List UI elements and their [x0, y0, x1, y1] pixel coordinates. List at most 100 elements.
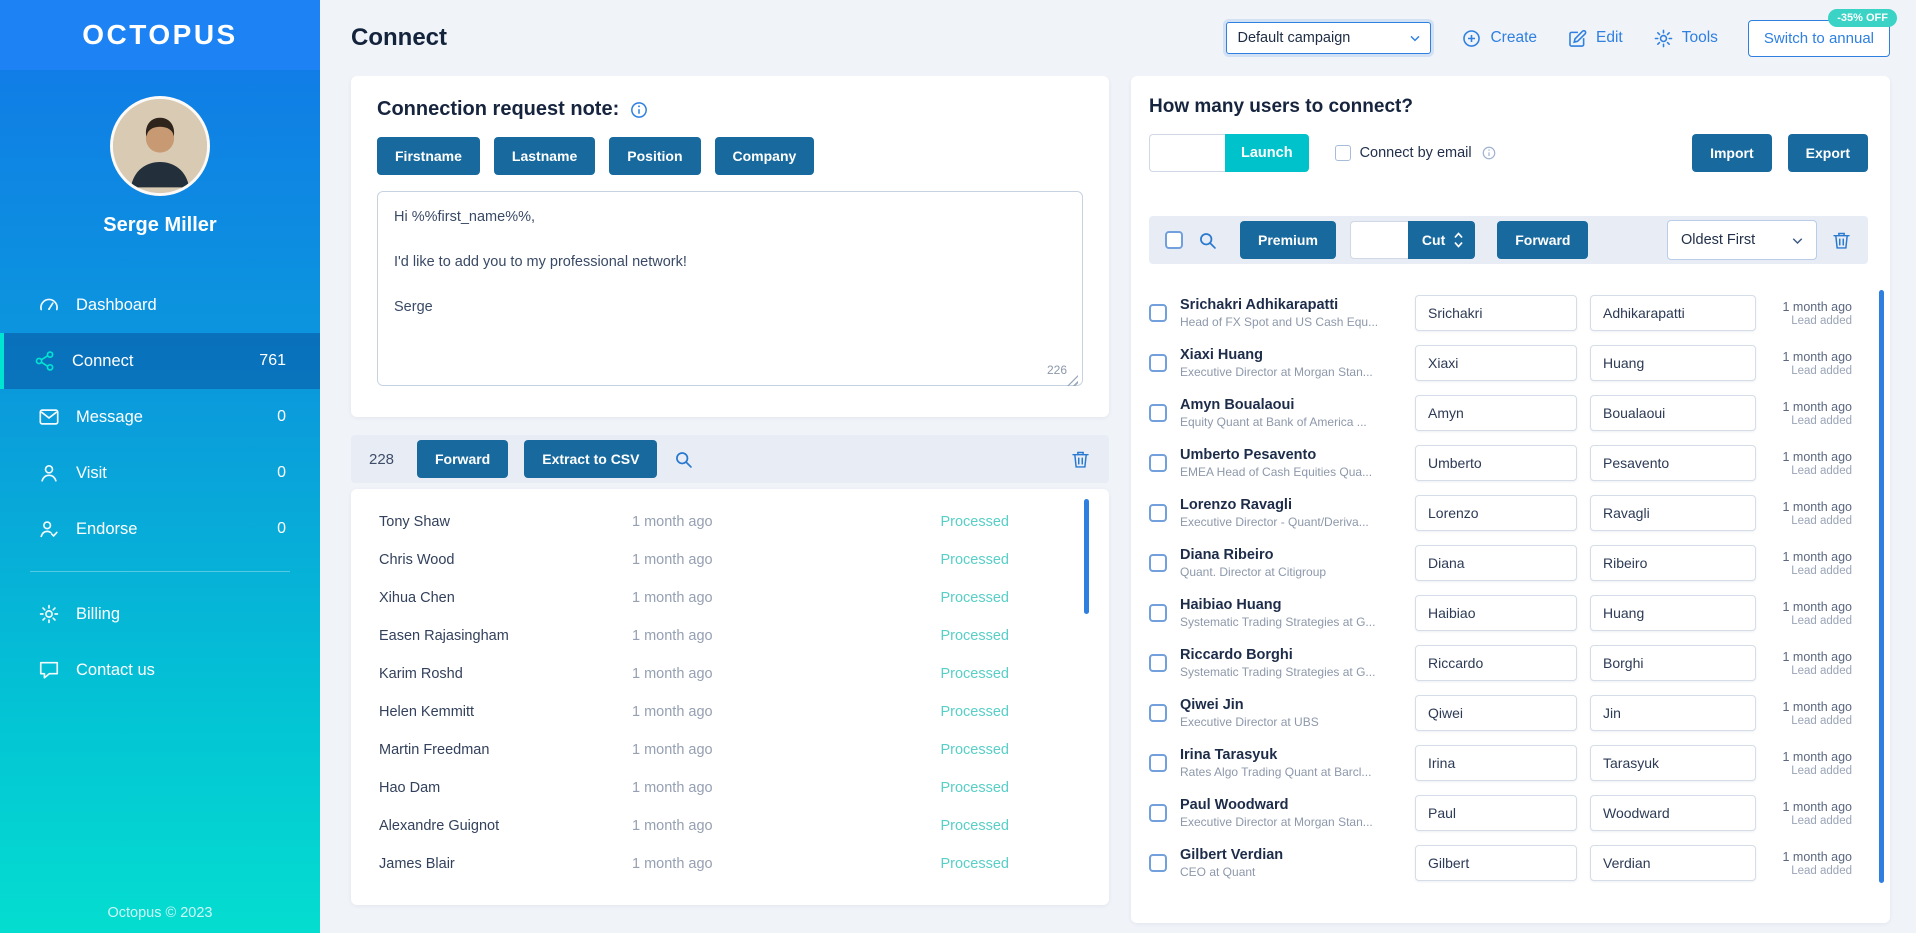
- row-checkbox[interactable]: [1149, 804, 1167, 822]
- table-row[interactable]: Tony Shaw 1 month ago Processed: [351, 503, 1109, 541]
- row-checkbox[interactable]: [1149, 654, 1167, 672]
- first-name-input[interactable]: [1415, 645, 1577, 681]
- logo[interactable]: OCTOPUS: [0, 0, 320, 70]
- first-name-input[interactable]: [1415, 545, 1577, 581]
- sidebar-item-contact-us[interactable]: Contact us: [0, 642, 320, 698]
- first-name-input[interactable]: [1415, 795, 1577, 831]
- last-name-input[interactable]: [1590, 745, 1756, 781]
- scrollbar[interactable]: [1879, 290, 1884, 883]
- search-icon[interactable]: [673, 449, 694, 470]
- forward-button[interactable]: Forward: [417, 440, 509, 478]
- launch-button[interactable]: Launch: [1225, 134, 1309, 172]
- sidebar-item-dashboard[interactable]: Dashboard: [0, 277, 320, 333]
- avatar[interactable]: [110, 96, 210, 196]
- table-row[interactable]: Alexandre Guignot 1 month ago Processed: [351, 807, 1109, 845]
- row-checkbox[interactable]: [1149, 354, 1167, 372]
- first-name-input[interactable]: [1415, 845, 1577, 881]
- first-name-input[interactable]: [1415, 295, 1577, 331]
- last-name-input[interactable]: [1590, 845, 1756, 881]
- note-textarea[interactable]: [377, 191, 1083, 386]
- sidebar-item-message[interactable]: Message 0: [0, 389, 320, 445]
- trash-icon[interactable]: [1831, 230, 1852, 251]
- edit-button[interactable]: Edit: [1567, 28, 1623, 49]
- user-info[interactable]: Haibiao Huang Systematic Trading Strateg…: [1180, 597, 1402, 629]
- extract-to-csv-button[interactable]: Extract to CSV: [524, 440, 658, 478]
- table-row[interactable]: Chris Wood 1 month ago Processed: [351, 541, 1109, 579]
- last-name-input[interactable]: [1590, 695, 1756, 731]
- import-button[interactable]: Import: [1692, 134, 1772, 172]
- users-count-input[interactable]: [1149, 134, 1225, 172]
- campaign-select[interactable]: Default campaign: [1226, 22, 1432, 54]
- last-name-input[interactable]: [1590, 445, 1756, 481]
- row-checkbox[interactable]: [1149, 554, 1167, 572]
- last-name-input[interactable]: [1590, 495, 1756, 531]
- last-name-input[interactable]: [1590, 345, 1756, 381]
- last-name-input[interactable]: [1590, 295, 1756, 331]
- sidebar-item-endorse[interactable]: Endorse 0: [0, 501, 320, 557]
- first-name-input[interactable]: [1415, 695, 1577, 731]
- sort-select[interactable]: Oldest First: [1667, 220, 1817, 260]
- row-checkbox[interactable]: [1149, 504, 1167, 522]
- last-name-input[interactable]: [1590, 595, 1756, 631]
- first-name-input[interactable]: [1415, 595, 1577, 631]
- insert-variable-button[interactable]: Position: [609, 137, 701, 175]
- first-name-input[interactable]: [1415, 445, 1577, 481]
- trash-icon[interactable]: [1070, 449, 1091, 470]
- user-info[interactable]: Srichakri Adhikarapatti Head of FX Spot …: [1180, 297, 1402, 329]
- row-checkbox[interactable]: [1149, 304, 1167, 322]
- row-checkbox[interactable]: [1149, 854, 1167, 872]
- last-name-input[interactable]: [1590, 545, 1756, 581]
- info-icon[interactable]: [629, 100, 649, 120]
- table-row[interactable]: Xihua Chen 1 month ago Processed: [351, 579, 1109, 617]
- user-info[interactable]: Riccardo Borghi Systematic Trading Strat…: [1180, 647, 1402, 679]
- cut-count-input[interactable]: [1349, 221, 1408, 259]
- first-name-input[interactable]: [1415, 345, 1577, 381]
- table-row[interactable]: Hao Dam 1 month ago Processed: [351, 769, 1109, 807]
- tools-button[interactable]: Tools: [1653, 28, 1718, 49]
- user-info[interactable]: Irina Tarasyuk Rates Algo Trading Quant …: [1180, 747, 1402, 779]
- first-name-input[interactable]: [1415, 395, 1577, 431]
- last-name-input[interactable]: [1590, 395, 1756, 431]
- table-row[interactable]: Helen Kemmitt 1 month ago Processed: [351, 693, 1109, 731]
- export-button[interactable]: Export: [1787, 134, 1868, 172]
- select-all-checkbox[interactable]: [1165, 231, 1183, 249]
- connect-by-email-option[interactable]: Connect by email: [1334, 145, 1497, 161]
- search-icon[interactable]: [1197, 230, 1218, 251]
- user-info[interactable]: Amyn Boualaoui Equity Quant at Bank of A…: [1180, 397, 1402, 429]
- sidebar-item-billing[interactable]: Billing: [0, 586, 320, 642]
- last-name-input[interactable]: [1590, 795, 1756, 831]
- row-checkbox[interactable]: [1149, 604, 1167, 622]
- connect-by-email-checkbox[interactable]: [1334, 145, 1351, 161]
- user-info[interactable]: Umberto Pesavento EMEA Head of Cash Equi…: [1180, 447, 1402, 479]
- stepper-arrows-icon[interactable]: [1452, 230, 1465, 250]
- sidebar-item-connect[interactable]: Connect 761: [0, 333, 320, 389]
- premium-button[interactable]: Premium: [1240, 221, 1336, 259]
- row-checkbox[interactable]: [1149, 454, 1167, 472]
- user-info[interactable]: Paul Woodward Executive Director at Morg…: [1180, 797, 1402, 829]
- info-icon[interactable]: [1481, 145, 1497, 161]
- table-row[interactable]: Karim Roshd 1 month ago Processed: [351, 655, 1109, 693]
- insert-variable-button[interactable]: Company: [714, 137, 815, 175]
- scrollbar[interactable]: [1084, 499, 1089, 614]
- table-row[interactable]: Easen Rajasingham 1 month ago Processed: [351, 617, 1109, 655]
- first-name-input[interactable]: [1415, 745, 1577, 781]
- create-button[interactable]: Create: [1461, 28, 1537, 49]
- user-info[interactable]: Diana Ribeiro Quant. Director at Citigro…: [1180, 547, 1402, 579]
- table-row[interactable]: Martin Freedman 1 month ago Processed: [351, 731, 1109, 769]
- row-checkbox[interactable]: [1149, 704, 1167, 722]
- table-row[interactable]: James Blair 1 month ago Processed: [351, 845, 1109, 883]
- insert-variable-button[interactable]: Firstname: [377, 137, 480, 175]
- row-checkbox[interactable]: [1149, 754, 1167, 772]
- user-info[interactable]: Gilbert Verdian CEO at Quant: [1180, 847, 1402, 879]
- first-name-input[interactable]: [1415, 495, 1577, 531]
- sidebar-item-visit[interactable]: Visit 0: [0, 445, 320, 501]
- row-checkbox[interactable]: [1149, 404, 1167, 422]
- user-info[interactable]: Qiwei Jin Executive Director at UBS: [1180, 697, 1402, 729]
- cut-button[interactable]: Cut: [1407, 221, 1476, 259]
- insert-variable-button[interactable]: Lastname: [493, 137, 596, 175]
- user-info[interactable]: Xiaxi Huang Executive Director at Morgan…: [1180, 347, 1402, 379]
- user-info[interactable]: Lorenzo Ravagli Executive Director - Qua…: [1180, 497, 1402, 529]
- last-name-input[interactable]: [1590, 645, 1756, 681]
- switch-to-annual-button[interactable]: Switch to annual -35% OFF: [1747, 8, 1897, 57]
- forward-button[interactable]: Forward: [1497, 221, 1589, 259]
